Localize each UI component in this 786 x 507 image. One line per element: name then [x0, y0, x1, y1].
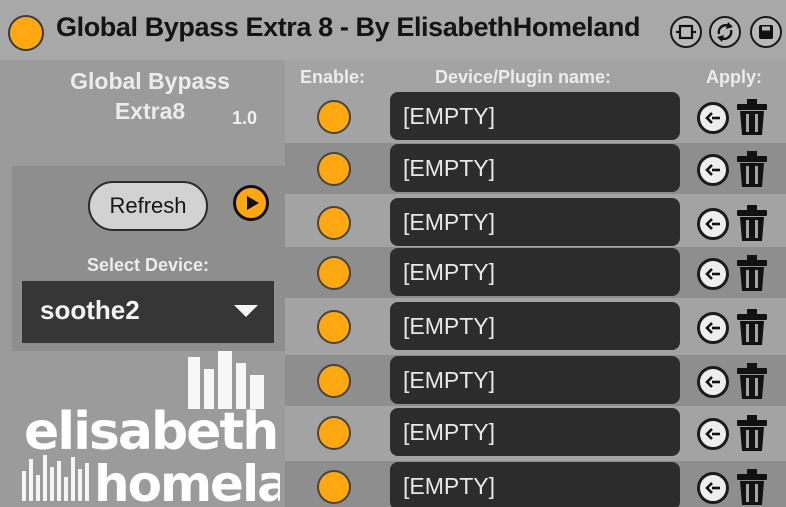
enable-toggle[interactable]: [317, 364, 351, 398]
device-name-field[interactable]: [EMPTY]: [390, 248, 680, 296]
trash-icon[interactable]: [735, 413, 769, 453]
device-name-field[interactable]: [EMPTY]: [390, 462, 680, 507]
enable-toggle[interactable]: [317, 206, 351, 240]
apply-arrow-icon[interactable]: [697, 472, 729, 504]
device-name-field[interactable]: [EMPTY]: [390, 302, 680, 350]
device-name-header: Device/Plugin name:: [435, 67, 612, 87]
refresh-button[interactable]: Refresh: [88, 181, 208, 231]
trash-icon[interactable]: [735, 307, 769, 347]
apply-arrow-icon[interactable]: [697, 418, 729, 450]
trash-icon[interactable]: [735, 97, 769, 137]
trash-icon[interactable]: [735, 253, 769, 293]
version-label: 1.0: [232, 108, 258, 128]
trash-icon[interactable]: [735, 203, 769, 243]
trash-icon[interactable]: [735, 149, 769, 189]
apply-header: Apply:: [706, 67, 762, 87]
enable-toggle[interactable]: [317, 470, 351, 504]
trash-icon[interactable]: [735, 467, 769, 507]
device-name-field[interactable]: [EMPTY]: [390, 356, 680, 404]
chevron-down-icon: [234, 305, 258, 317]
device-name-field[interactable]: [EMPTY]: [390, 198, 680, 246]
logo-text-bottom: homeland: [94, 455, 280, 507]
enable-toggle[interactable]: [317, 256, 351, 290]
slot-row: [EMPTY]: [285, 247, 786, 298]
enable-header: Enable:: [300, 67, 366, 87]
apply-arrow-icon[interactable]: [697, 208, 729, 240]
enable-toggle[interactable]: [317, 310, 351, 344]
slot-row: [EMPTY]: [285, 407, 786, 458]
device-name-field[interactable]: [EMPTY]: [390, 144, 680, 192]
pin-icon[interactable]: [670, 16, 702, 48]
slot-row: [EMPTY]: [285, 197, 786, 248]
apply-arrow-icon[interactable]: [697, 154, 729, 186]
refresh-cycle-icon[interactable]: [709, 16, 741, 48]
play-icon[interactable]: [233, 185, 269, 221]
selected-device-value: soothe2: [40, 295, 140, 325]
device-name-field[interactable]: [EMPTY]: [390, 92, 680, 140]
title-bar: Global Bypass Extra 8 - By ElisabethHome…: [0, 0, 786, 60]
slot-row: [EMPTY]: [285, 143, 786, 194]
elisabeth-homeland-logo: elisabeth homeland: [22, 351, 280, 507]
enable-toggle[interactable]: [317, 416, 351, 450]
logo-text-top: elisabeth: [24, 402, 277, 462]
apply-arrow-icon[interactable]: [697, 312, 729, 344]
apply-arrow-icon[interactable]: [697, 366, 729, 398]
slot-row: [EMPTY]: [285, 461, 786, 507]
device-title: Global Bypass Extra8: [70, 68, 230, 124]
enable-toggle[interactable]: [317, 100, 351, 134]
slots-panel: Enable: Device/Plugin name: Apply: [EMPT…: [285, 60, 786, 507]
slot-row: [EMPTY]: [285, 91, 786, 142]
save-icon[interactable]: [750, 16, 782, 48]
slot-row: [EMPTY]: [285, 355, 786, 406]
device-on-toggle[interactable]: [8, 15, 44, 51]
enable-toggle[interactable]: [317, 152, 351, 186]
trash-icon[interactable]: [735, 361, 769, 401]
apply-arrow-icon[interactable]: [697, 258, 729, 290]
device-dropdown[interactable]: soothe2: [22, 281, 274, 343]
apply-arrow-icon[interactable]: [697, 102, 729, 134]
window-title: Global Bypass Extra 8 - By ElisabethHome…: [56, 12, 641, 42]
slot-row: [EMPTY]: [285, 301, 786, 352]
device-name-field[interactable]: [EMPTY]: [390, 408, 680, 456]
select-device-label: Select Device:: [86, 255, 210, 275]
